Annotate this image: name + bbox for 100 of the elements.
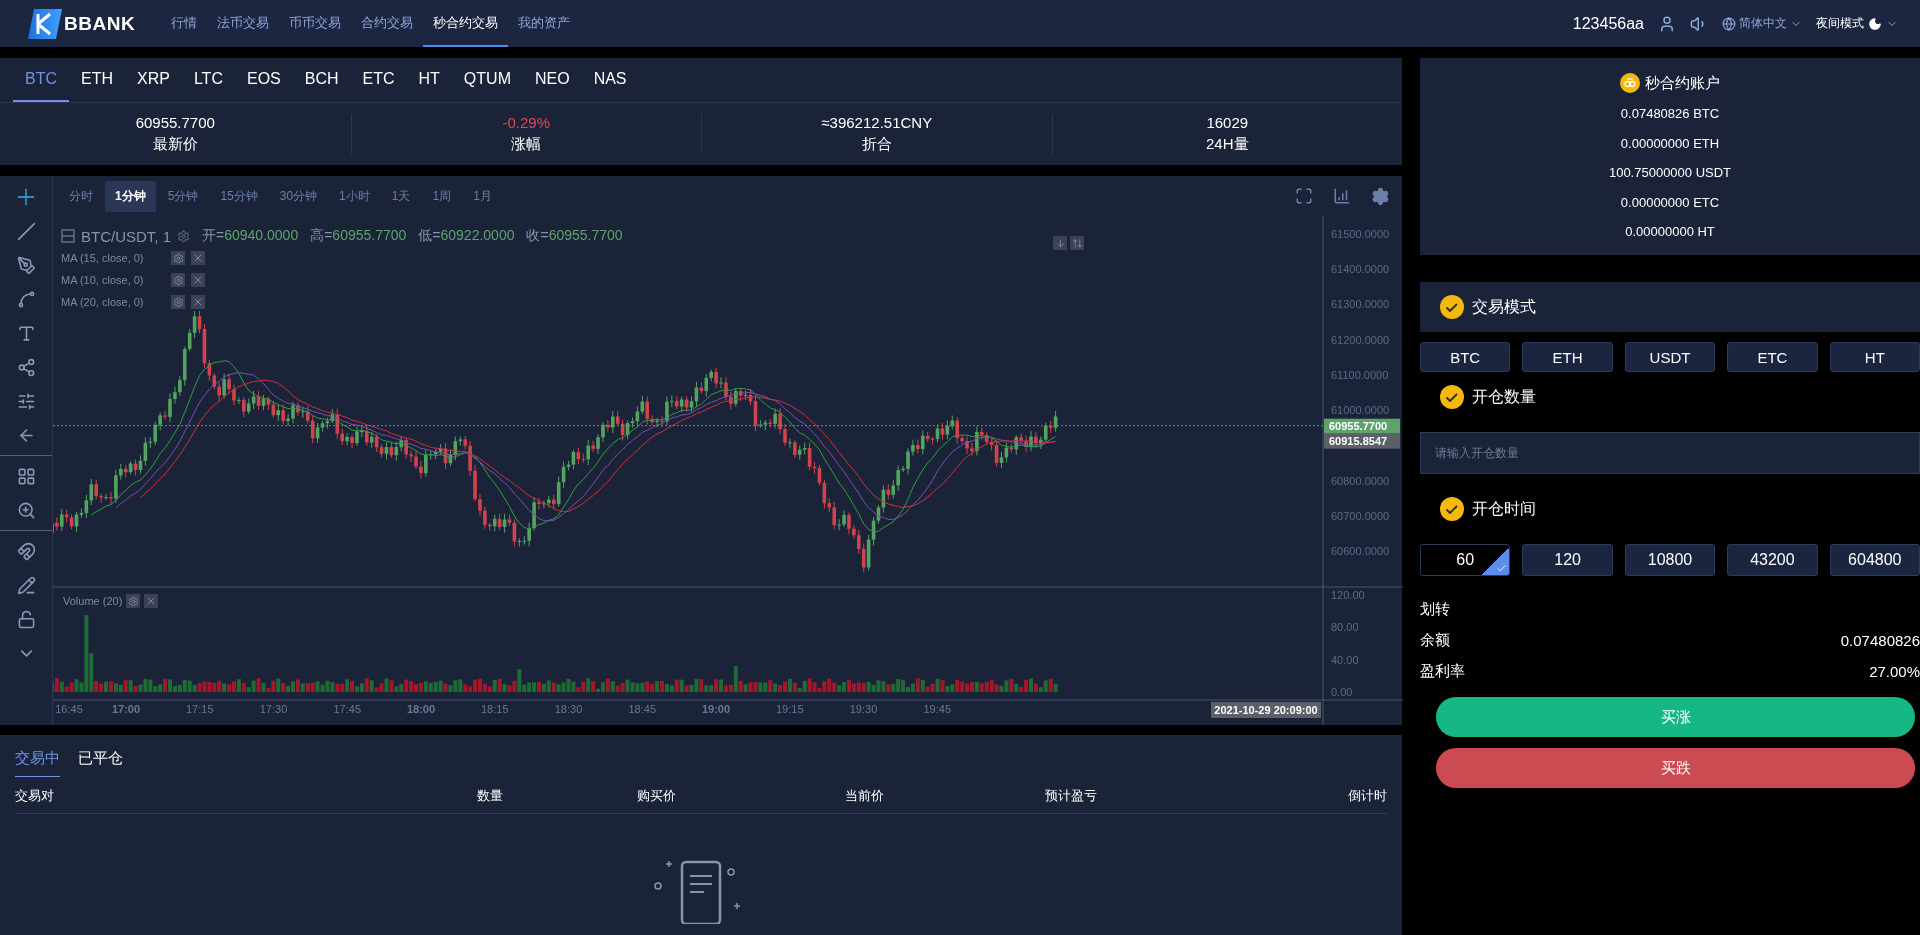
stat-value: 60955.7700 xyxy=(135,114,215,131)
settings-icon[interactable] xyxy=(171,251,185,265)
stat-value: 16029 xyxy=(1206,114,1249,131)
nav-link[interactable]: 法币交易 xyxy=(207,0,280,47)
settings-icon[interactable] xyxy=(171,295,185,309)
nav-link[interactable]: 我的资产 xyxy=(508,0,581,47)
account-title: 秒合约账户 xyxy=(1645,73,1720,93)
currency-button[interactable]: ETC xyxy=(1727,342,1818,372)
price-axis-label: 60800.0000 xyxy=(1331,474,1390,487)
stat-value: -0.29% xyxy=(502,114,550,131)
arrow-down-icon[interactable] xyxy=(1053,236,1067,250)
theme-toggle[interactable]: 夜间模式 xyxy=(1816,15,1898,32)
price-axis-label: 61100.0000 xyxy=(1331,368,1389,381)
time-axis-label: 17:45 xyxy=(333,703,361,715)
arrows-up-down-icon[interactable] xyxy=(1070,236,1084,250)
interval-tab[interactable]: 5分钟 xyxy=(157,180,209,212)
time-axis-label: 19:45 xyxy=(923,703,951,715)
stat-value: ≈396212.51CNY xyxy=(821,114,933,131)
close-icon[interactable] xyxy=(191,295,205,309)
price-axis-label: 61500.0000 xyxy=(1331,228,1390,240)
currency-button[interactable]: BTC xyxy=(1420,342,1511,372)
coin-tab[interactable]: NEO xyxy=(522,58,582,102)
balance-text: 100.75000000 USDT xyxy=(1608,164,1732,182)
nav-link[interactable]: 秒合约交易 xyxy=(423,0,509,47)
duration-button[interactable]: 43200 xyxy=(1727,544,1818,576)
settings-icon[interactable] xyxy=(1371,186,1390,206)
close-icon[interactable] xyxy=(191,273,205,287)
interval-tab[interactable]: 30分钟 xyxy=(269,180,328,212)
interval-tab[interactable]: 1周 xyxy=(422,180,462,212)
bar-chart-icon[interactable] xyxy=(1333,187,1351,205)
indicator-label: MA (15, close, 0) xyxy=(61,252,145,264)
duration-button[interactable]: 120 xyxy=(1522,544,1613,576)
coin-tab[interactable]: XRP xyxy=(125,58,182,102)
coin-tab[interactable]: QTUM xyxy=(451,58,523,102)
interval-tab[interactable]: 1月 xyxy=(463,180,502,212)
price-axis-label: 61400.0000 xyxy=(1331,263,1390,276)
coin-tab[interactable]: ETC xyxy=(350,58,407,102)
coin-tab[interactable]: EOS xyxy=(234,58,293,102)
column-header: 交易对 xyxy=(15,787,55,805)
summary-label: 余额 xyxy=(1420,631,1450,650)
settings-icon[interactable] xyxy=(177,229,190,243)
ohlc-value: 开=60940.0000 xyxy=(202,227,299,245)
summary-value: 0.07480826 xyxy=(1840,632,1920,649)
logo-icon xyxy=(28,8,62,39)
column-header: 数量 xyxy=(477,787,504,805)
interval-tab[interactable]: 分时 xyxy=(59,180,103,212)
chart-type-icon xyxy=(61,229,75,243)
time-axis-label: 18:15 xyxy=(481,703,509,715)
close-icon[interactable] xyxy=(144,594,159,608)
interval-tab[interactable]: 1天 xyxy=(381,180,421,212)
section-title: 交易模式 xyxy=(1472,296,1536,317)
fullscreen-icon[interactable] xyxy=(1295,187,1313,205)
user-icon[interactable] xyxy=(1658,14,1676,33)
duration-button[interactable]: 60 xyxy=(1420,544,1511,576)
coin-tab[interactable]: NAS xyxy=(581,58,639,102)
time-axis-label: 18:00 xyxy=(406,703,436,715)
volume-axis-label: 0.00 xyxy=(1331,686,1353,698)
check-circle-icon xyxy=(1440,295,1464,319)
nav-link[interactable]: 币币交易 xyxy=(279,0,352,47)
volume-axis-label: 80.00 xyxy=(1331,621,1359,634)
orders-tab[interactable]: 交易中 xyxy=(15,749,60,777)
nav-link[interactable]: 行情 xyxy=(161,0,208,47)
price-axis-label: 61200.0000 xyxy=(1331,333,1390,346)
column-header: 购买价 xyxy=(637,787,677,805)
nav-link[interactable]: 合约交易 xyxy=(351,0,424,47)
duration-button[interactable]: 604800 xyxy=(1829,544,1920,576)
stat-label: 折合 xyxy=(861,135,892,154)
ohlc-value: 低=60922.0000 xyxy=(418,227,515,245)
interval-tab[interactable]: 1小时 xyxy=(329,180,380,212)
settings-icon[interactable] xyxy=(171,273,185,287)
time-axis-label: 17:00 xyxy=(111,703,141,715)
amount-input[interactable]: 请输入开仓数量 xyxy=(1420,432,1920,474)
currency-button[interactable]: USDT xyxy=(1624,342,1716,372)
coin-tab[interactable]: BCH xyxy=(292,58,351,102)
coin-tab[interactable]: BTC xyxy=(13,58,69,102)
language-selector[interactable]: 简体中文 xyxy=(1722,15,1802,32)
coin-tab[interactable]: ETH xyxy=(69,58,125,102)
stat-label: 最新价 xyxy=(152,135,198,154)
interval-tab[interactable]: 15分钟 xyxy=(210,180,268,212)
interval-tab[interactable]: 1分钟 xyxy=(105,180,156,212)
section-title: 开仓时间 xyxy=(1472,498,1536,519)
settings-icon[interactable] xyxy=(126,594,141,608)
orders-tab[interactable]: 已平仓 xyxy=(78,749,123,777)
currency-button[interactable]: HT xyxy=(1829,342,1920,372)
time-axis-label: 19:00 xyxy=(701,703,731,715)
currency-button[interactable]: ETH xyxy=(1522,342,1613,372)
buy-down-button[interactable]: 买跌 xyxy=(1436,748,1915,788)
indicator-label: MA (10, close, 0) xyxy=(61,274,145,286)
balance-text: 0.00000000 HT xyxy=(1625,223,1715,241)
ohlc-value: 高=60955.7700 xyxy=(310,227,407,245)
time-axis-label: 17:30 xyxy=(259,703,288,715)
coin-tab[interactable]: HT xyxy=(406,58,452,102)
transfer-link[interactable]: 划转 xyxy=(1420,600,1450,619)
last-price-tag: 60955.7700 xyxy=(1324,418,1400,434)
coin-tab[interactable]: LTC xyxy=(181,58,235,102)
close-icon[interactable] xyxy=(191,251,205,265)
indicator-label: Volume (20) xyxy=(63,595,123,607)
price-axis-label: 60700.0000 xyxy=(1331,509,1390,522)
duration-button[interactable]: 10800 xyxy=(1624,544,1716,576)
column-header: 预计盈亏 xyxy=(1045,787,1098,805)
